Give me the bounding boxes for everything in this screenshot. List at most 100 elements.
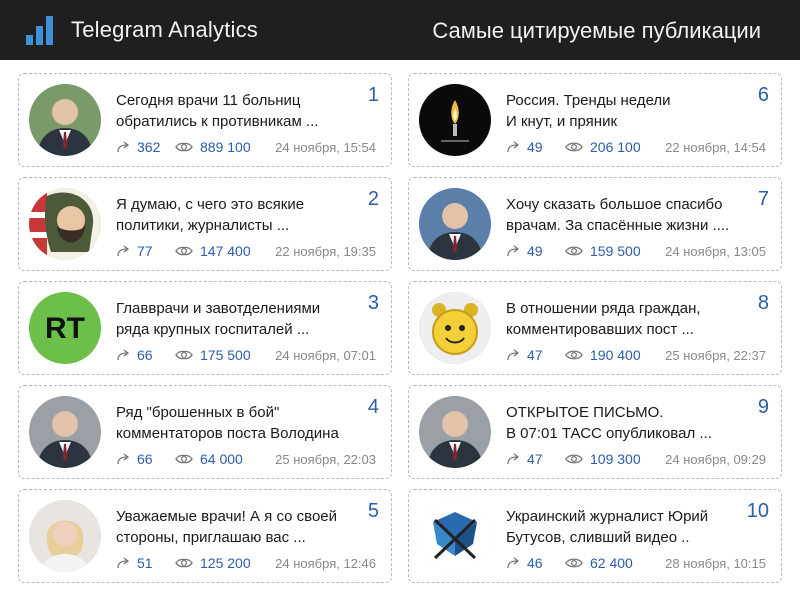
post-title-line-1: Хочу сказать большое спасибо bbox=[506, 196, 723, 213]
eye-icon bbox=[565, 454, 583, 464]
shares-count: 47 bbox=[527, 347, 543, 363]
post-title-line-1: В отношении ряда граждан, bbox=[506, 300, 701, 317]
post-stats: 66 175 500 24 ноября, 07:01 bbox=[116, 346, 386, 364]
post-stats: 51 125 200 24 ноября, 12:46 bbox=[116, 554, 386, 572]
post-stats: 46 62 400 28 ноября, 10:15 bbox=[506, 554, 776, 572]
post-title-line-2: политики, журналисты ... bbox=[116, 217, 290, 234]
channel-avatar bbox=[419, 188, 491, 260]
cartoon-face-icon bbox=[29, 188, 101, 260]
rank-number: 6 bbox=[757, 84, 769, 106]
post-title-line-2: В 07:01 ТАСС опубликовал ... bbox=[506, 425, 712, 442]
publications-grid: 1 Сегодня врачи 11 больниц обратились к … bbox=[0, 0, 800, 596]
publication-card-10[interactable]: 10 Украинский журналист Юрий Бутусов, сл… bbox=[408, 489, 782, 583]
post-stats: 47 109 300 24 ноября, 09:29 bbox=[506, 450, 776, 468]
views-count: 64 000 bbox=[200, 451, 243, 467]
publication-card-3[interactable]: RT 3 Главврачи и завотделениями ряда кру… bbox=[18, 281, 392, 375]
candle-icon bbox=[419, 84, 491, 156]
publication-card-7[interactable]: 7 Хочу сказать большое спасибо врачам. З… bbox=[408, 177, 782, 271]
post-stats: 47 190 400 25 ноября, 22:37 bbox=[506, 346, 776, 364]
rank-number: 2 bbox=[367, 188, 379, 210]
shares-count: 77 bbox=[137, 243, 153, 259]
post-title-line-2: комментировавших пост ... bbox=[506, 321, 694, 338]
share-icon bbox=[117, 141, 130, 153]
rt-logo-icon: RT bbox=[29, 292, 101, 364]
post-title-line-1: Уважаемые врачи! А я со своей bbox=[116, 508, 338, 525]
post-title[interactable]: Украинский журналист Юрий Бутусов, сливш… bbox=[506, 506, 746, 548]
post-title-line-2: Бутусов, сливший видео .. bbox=[506, 529, 690, 546]
post-title-line-2: ряда крупных госпиталей ... bbox=[116, 321, 310, 338]
post-stats: 49 206 100 22 ноября, 14:54 bbox=[506, 138, 776, 156]
shares-count: 47 bbox=[527, 451, 543, 467]
eye-icon bbox=[175, 246, 193, 256]
post-title[interactable]: Главврачи и завотделениями ряда крупных … bbox=[116, 298, 356, 340]
post-date: 28 ноября, 10:15 bbox=[665, 555, 766, 571]
shares-count: 66 bbox=[137, 347, 153, 363]
views-count: 175 500 bbox=[200, 347, 251, 363]
eye-icon bbox=[175, 558, 193, 568]
post-title-line-2: обратились к противникам ... bbox=[116, 113, 319, 130]
rank-number: 3 bbox=[367, 292, 379, 314]
eye-icon bbox=[175, 142, 193, 152]
post-date: 22 ноября, 19:35 bbox=[275, 243, 376, 259]
publication-card-9[interactable]: 9 ОТКРЫТОЕ ПИСЬМО. В 07:01 ТАСС опублико… bbox=[408, 385, 782, 479]
share-icon bbox=[117, 245, 130, 257]
post-title[interactable]: Сегодня врачи 11 больниц обратились к пр… bbox=[116, 90, 356, 132]
post-title-line-2: стороны, приглашаю вас ... bbox=[116, 529, 306, 546]
channel-avatar bbox=[29, 188, 101, 260]
post-title-line-1: Ряд "брошенных в бой" bbox=[116, 404, 280, 421]
views-count: 190 400 bbox=[590, 347, 641, 363]
views-count: 62 400 bbox=[590, 555, 633, 571]
eye-icon bbox=[565, 142, 583, 152]
post-date: 24 ноября, 13:05 bbox=[665, 243, 766, 259]
rank-number: 5 bbox=[367, 500, 379, 522]
publication-card-4[interactable]: 4 Ряд "брошенных в бой" комментаторов по… bbox=[18, 385, 392, 479]
views-count: 125 200 bbox=[200, 555, 251, 571]
post-title-line-1: ОТКРЫТОЕ ПИСЬМО. bbox=[506, 404, 664, 421]
publication-card-2[interactable]: 2 Я думаю, с чего это всякие политики, ж… bbox=[18, 177, 392, 271]
rank-number: 1 bbox=[367, 84, 379, 106]
views-count: 889 100 bbox=[200, 139, 251, 155]
share-icon bbox=[507, 349, 520, 361]
share-icon bbox=[117, 453, 130, 465]
man-portrait-icon bbox=[419, 188, 491, 260]
post-title[interactable]: Хочу сказать большое спасибо врачам. За … bbox=[506, 194, 746, 236]
views-count: 109 300 bbox=[590, 451, 641, 467]
views-count: 147 400 bbox=[200, 243, 251, 259]
rank-number: 10 bbox=[746, 500, 769, 522]
post-title-line-1: Сегодня врачи 11 больниц bbox=[116, 92, 301, 109]
post-date: 24 ноября, 09:29 bbox=[665, 451, 766, 467]
post-title[interactable]: Я думаю, с чего это всякие политики, жур… bbox=[116, 194, 356, 236]
channel-avatar: RT bbox=[29, 292, 101, 364]
eye-icon bbox=[175, 350, 193, 360]
publication-card-5[interactable]: 5 Уважаемые врачи! А я со своей стороны,… bbox=[18, 489, 392, 583]
svg-text:RT: RT bbox=[45, 312, 85, 345]
post-title-line-1: Главврачи и завотделениями bbox=[116, 300, 321, 317]
share-icon bbox=[117, 349, 130, 361]
post-title[interactable]: Уважаемые врачи! А я со своей стороны, п… bbox=[116, 506, 356, 548]
share-icon bbox=[117, 557, 130, 569]
views-count: 206 100 bbox=[590, 139, 641, 155]
post-title[interactable]: ОТКРЫТОЕ ПИСЬМО. В 07:01 ТАСС опубликова… bbox=[506, 402, 746, 444]
post-title-line-2: врачам. За спасённые жизни .... bbox=[506, 217, 730, 234]
publication-card-6[interactable]: 6 Россия. Тренды недели И кнут, и пряник… bbox=[408, 73, 782, 167]
rank-number: 4 bbox=[367, 396, 379, 418]
woman-portrait-icon bbox=[29, 500, 101, 572]
man-portrait-icon bbox=[29, 396, 101, 468]
share-icon bbox=[507, 141, 520, 153]
post-title-line-1: Украинский журналист Юрий bbox=[506, 508, 709, 525]
man-portrait-icon bbox=[419, 396, 491, 468]
publication-card-1[interactable]: 1 Сегодня врачи 11 больниц обратились к … bbox=[18, 73, 392, 167]
publication-card-8[interactable]: 8 В отношении ряда граждан, комментирова… bbox=[408, 281, 782, 375]
channel-avatar bbox=[419, 500, 491, 572]
share-icon bbox=[507, 245, 520, 257]
rank-number: 9 bbox=[757, 396, 769, 418]
post-title-line-1: Я думаю, с чего это всякие bbox=[116, 196, 305, 213]
post-title[interactable]: Россия. Тренды недели И кнут, и пряник bbox=[506, 90, 746, 132]
channel-avatar bbox=[419, 396, 491, 468]
post-title[interactable]: Ряд "брошенных в бой" комментаторов пост… bbox=[116, 402, 356, 444]
post-title[interactable]: В отношении ряда граждан, комментировавш… bbox=[506, 298, 746, 340]
post-title-line-1: Россия. Тренды недели bbox=[506, 92, 671, 109]
post-date: 24 ноября, 07:01 bbox=[275, 347, 376, 363]
shield-emblem-icon bbox=[419, 500, 491, 572]
channel-avatar bbox=[419, 292, 491, 364]
